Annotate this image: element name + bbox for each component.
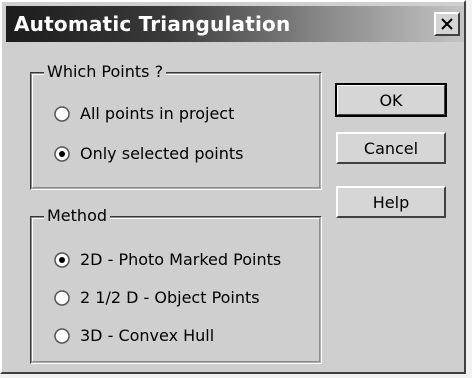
radio-2half-d-label: 2 1/2 D - Object Points: [80, 288, 260, 307]
radio-checked-icon: [54, 145, 70, 162]
ok-button[interactable]: OK: [335, 83, 447, 117]
cancel-button[interactable]: Cancel: [336, 132, 446, 164]
radio-unchecked-icon: [54, 105, 70, 122]
radio-2d-label: 2D - Photo Marked Points: [80, 250, 282, 269]
which-points-group: Which Points ? All points in project Onl…: [30, 62, 322, 190]
automatic-triangulation-dialog: Automatic Triangulation Which Points ? A…: [0, 0, 466, 374]
radio-only-selected[interactable]: Only selected points: [54, 144, 244, 163]
title-bar[interactable]: Automatic Triangulation: [6, 6, 464, 42]
radio-all-points[interactable]: All points in project: [54, 104, 234, 123]
radio-2d-photo-marked[interactable]: 2D - Photo Marked Points: [54, 250, 281, 269]
radio-unchecked-icon: [54, 289, 70, 306]
radio-only-selected-label: Only selected points: [80, 144, 244, 163]
which-points-group-frame: [32, 74, 320, 188]
close-button[interactable]: [434, 12, 460, 36]
close-icon: [441, 18, 453, 30]
radio-3d-label: 3D - Convex Hull: [80, 326, 215, 345]
radio-2half-d-object[interactable]: 2 1/2 D - Object Points: [54, 288, 260, 307]
radio-all-points-label: All points in project: [80, 104, 235, 123]
help-button[interactable]: Help: [336, 186, 446, 218]
radio-3d-convex-hull[interactable]: 3D - Convex Hull: [54, 326, 214, 345]
radio-checked-icon: [54, 251, 70, 268]
dialog-title: Automatic Triangulation: [14, 12, 291, 36]
which-points-legend: Which Points ?: [44, 62, 167, 81]
method-legend: Method: [44, 206, 111, 225]
radio-unchecked-icon: [54, 327, 70, 344]
method-group: Method 2D - Photo Marked Points 2 1/2 D …: [30, 206, 322, 364]
